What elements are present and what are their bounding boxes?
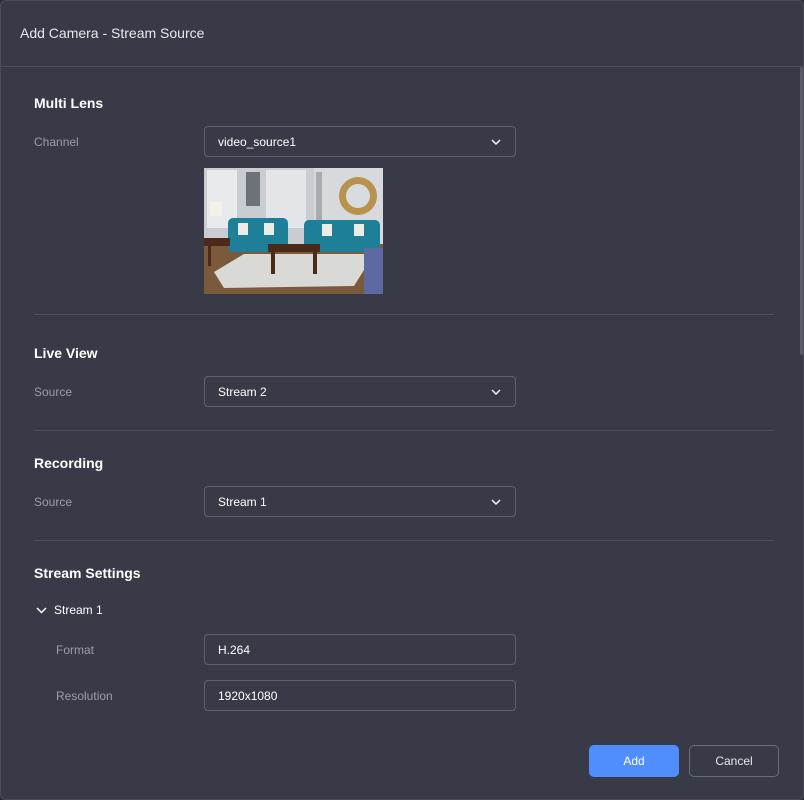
resolution-field[interactable]: 1920x1080 bbox=[204, 680, 516, 711]
resolution-label: Resolution bbox=[56, 689, 113, 703]
format-value: H.264 bbox=[218, 642, 251, 657]
section-title-multi-lens: Multi Lens bbox=[34, 95, 104, 111]
channel-preview-thumbnail bbox=[204, 168, 383, 294]
section-title-recording: Recording bbox=[34, 455, 104, 471]
live-view-source-select[interactable]: Stream 2 bbox=[204, 376, 516, 407]
recording-source-value: Stream 1 bbox=[218, 494, 267, 509]
resolution-value: 1920x1080 bbox=[218, 688, 278, 703]
format-field[interactable]: H.264 bbox=[204, 634, 516, 665]
cancel-button[interactable]: Cancel bbox=[689, 745, 779, 777]
chevron-down-icon bbox=[491, 499, 501, 505]
add-camera-dialog: Add Camera - Stream Source Multi Lens Ch… bbox=[0, 0, 804, 800]
section-title-live-view: Live View bbox=[34, 345, 98, 361]
dialog-body: Multi Lens Channel video_source1 Live Vi… bbox=[1, 67, 803, 798]
add-button[interactable]: Add bbox=[589, 745, 679, 777]
section-divider bbox=[34, 430, 774, 431]
chevron-down-icon bbox=[491, 139, 501, 145]
live-view-source-label: Source bbox=[34, 385, 73, 399]
channel-select-value: video_source1 bbox=[218, 134, 297, 149]
channel-label: Channel bbox=[34, 135, 79, 149]
recording-source-select[interactable]: Stream 1 bbox=[204, 486, 516, 517]
dialog-title: Add Camera - Stream Source bbox=[20, 24, 205, 41]
format-label: Format bbox=[56, 643, 95, 657]
stream-1-label: Stream 1 bbox=[54, 603, 103, 617]
stream-1-collapse-toggle[interactable]: Stream 1 bbox=[36, 603, 103, 617]
chevron-down-icon bbox=[36, 606, 47, 614]
section-divider bbox=[34, 314, 774, 315]
live-view-source-value: Stream 2 bbox=[218, 384, 267, 399]
channel-select[interactable]: video_source1 bbox=[204, 126, 516, 157]
recording-source-label: Source bbox=[34, 495, 73, 509]
chevron-down-icon bbox=[491, 389, 501, 395]
dialog-header: Add Camera - Stream Source bbox=[1, 1, 803, 67]
scrollbar[interactable] bbox=[800, 67, 803, 355]
section-divider bbox=[34, 540, 774, 541]
section-title-stream-settings: Stream Settings bbox=[34, 565, 141, 581]
living-room-preview-image bbox=[204, 168, 383, 294]
